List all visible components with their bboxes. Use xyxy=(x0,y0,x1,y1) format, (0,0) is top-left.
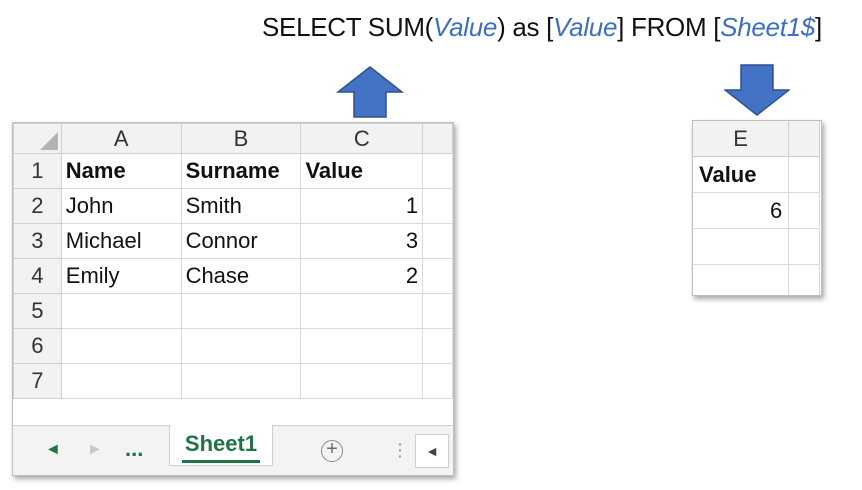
result-value-cell[interactable]: 6 xyxy=(693,192,790,229)
result-empty-cell[interactable] xyxy=(693,228,790,265)
result-empty-cell[interactable] xyxy=(693,264,790,295)
active-tab-underline xyxy=(182,460,260,463)
sql-field: Value xyxy=(433,12,498,42)
cell-a7[interactable] xyxy=(60,363,182,399)
spreadsheet-window: A B C 1 Name Surname Value 2 John Smith … xyxy=(12,122,454,476)
table-row: 2 John Smith 1 xyxy=(13,188,453,224)
cell-b1[interactable]: Surname xyxy=(180,153,302,189)
table-row: 4 Emily Chase 2 xyxy=(13,258,453,294)
table-row: 5 xyxy=(13,293,453,329)
column-header-c[interactable]: C xyxy=(300,123,424,154)
cell-d1[interactable] xyxy=(422,153,453,189)
select-all-corner[interactable] xyxy=(13,123,62,154)
row-header[interactable]: 1 xyxy=(13,153,62,189)
table-row: Value xyxy=(693,156,820,193)
row-header[interactable]: 3 xyxy=(13,223,62,259)
cell-a2[interactable]: John xyxy=(60,188,182,224)
cell-d4[interactable] xyxy=(422,258,453,294)
result-empty-cell[interactable] xyxy=(788,156,820,193)
sheet-tab-bar: ◄ ► ... Sheet1 + ⋮ ◄ xyxy=(13,425,453,475)
row-header[interactable]: 4 xyxy=(13,258,62,294)
cell-c2[interactable]: 1 xyxy=(300,188,424,224)
column-header-e[interactable]: E xyxy=(693,121,790,157)
column-header-partial[interactable] xyxy=(422,123,453,154)
sql-as: ) as [ xyxy=(497,12,554,42)
sql-from: ] FROM [ xyxy=(617,12,721,42)
table-row xyxy=(693,264,820,295)
cell-a6[interactable] xyxy=(60,328,182,364)
tab-next-icon[interactable]: ► xyxy=(87,441,103,459)
column-header-a[interactable]: A xyxy=(60,123,182,154)
result-header-cell[interactable]: Value xyxy=(693,156,790,193)
cell-a4[interactable]: Emily xyxy=(60,258,182,294)
cell-b5[interactable] xyxy=(180,293,302,329)
plus-circle-icon[interactable]: + xyxy=(321,439,343,462)
cell-a5[interactable] xyxy=(60,293,182,329)
sql-table: Sheet1$ xyxy=(720,12,815,42)
splitter-handle[interactable]: ⋮ xyxy=(391,440,409,461)
cell-d2[interactable] xyxy=(422,188,453,224)
result-empty-cell[interactable] xyxy=(788,228,820,265)
row-header[interactable]: 7 xyxy=(13,363,62,399)
cell-b2[interactable]: Smith xyxy=(180,188,302,224)
cell-d3[interactable] xyxy=(422,223,453,259)
sql-select-sum: SELECT SUM( xyxy=(262,12,434,42)
result-window: E Value 6 xyxy=(692,120,822,296)
result-grid: E Value 6 xyxy=(693,121,820,295)
more-sheets-button[interactable]: ... xyxy=(125,436,143,462)
cell-b4[interactable]: Chase xyxy=(180,258,302,294)
sql-close: ] xyxy=(814,12,822,42)
tab-sheet1-label: Sheet1 xyxy=(184,431,258,456)
result-empty-cell[interactable] xyxy=(788,192,820,229)
row-header[interactable]: 2 xyxy=(13,188,62,224)
cell-c1[interactable]: Value xyxy=(300,153,424,189)
result-column-header-row: E xyxy=(693,121,820,157)
cell-c7[interactable] xyxy=(300,363,424,399)
tab-prev-icon[interactable]: ◄ xyxy=(45,441,61,459)
sql-query: SELECT SUM(Value) as [Value] FROM [Sheet… xyxy=(262,12,822,43)
column-header-partial[interactable] xyxy=(788,121,820,157)
cell-b3[interactable]: Connor xyxy=(180,223,302,259)
sql-alias: Value xyxy=(553,12,618,42)
table-row xyxy=(693,228,820,265)
table-row: 7 xyxy=(13,363,453,399)
cell-c4[interactable]: 2 xyxy=(300,258,424,294)
table-row: 6 xyxy=(13,328,453,364)
cell-d7[interactable] xyxy=(422,363,453,399)
scroll-left-button[interactable]: ◄ xyxy=(415,434,449,468)
cell-b7[interactable] xyxy=(180,363,302,399)
column-header-row: A B C xyxy=(13,123,453,154)
cell-a1[interactable]: Name xyxy=(60,153,182,189)
table-row: 3 Michael Connor 3 xyxy=(13,223,453,259)
cell-b6[interactable] xyxy=(180,328,302,364)
cell-c5[interactable] xyxy=(300,293,424,329)
result-empty-cell[interactable] xyxy=(788,264,820,295)
arrow-down-icon xyxy=(724,64,790,116)
column-header-b[interactable]: B xyxy=(180,123,302,154)
cell-c3[interactable]: 3 xyxy=(300,223,424,259)
tab-sheet1[interactable]: Sheet1 xyxy=(169,425,273,466)
table-row: 6 xyxy=(693,192,820,229)
cell-a3[interactable]: Michael xyxy=(60,223,182,259)
spreadsheet-grid: A B C 1 Name Surname Value 2 John Smith … xyxy=(13,123,453,399)
cell-c6[interactable] xyxy=(300,328,424,364)
row-header[interactable]: 5 xyxy=(13,293,62,329)
arrow-up-icon xyxy=(336,66,404,118)
row-header[interactable]: 6 xyxy=(13,328,62,364)
cell-d6[interactable] xyxy=(422,328,453,364)
cell-d5[interactable] xyxy=(422,293,453,329)
table-row: 1 Name Surname Value xyxy=(13,153,453,189)
